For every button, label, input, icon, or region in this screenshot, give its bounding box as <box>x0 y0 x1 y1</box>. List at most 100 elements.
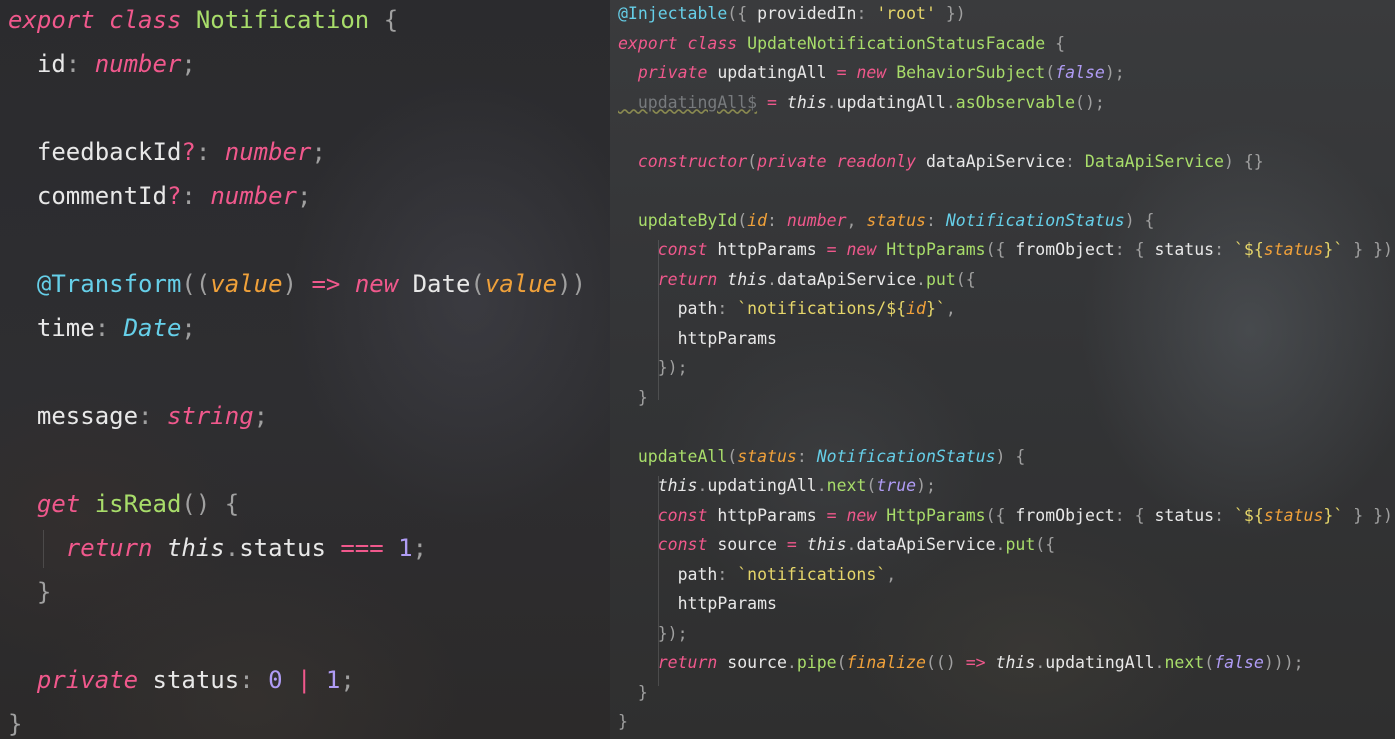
code-token: finalize <box>846 653 926 672</box>
code-token: status <box>1154 505 1215 525</box>
code-token: ) {} <box>1224 151 1264 171</box>
code-token: updatingAll$ <box>618 92 758 112</box>
code-line: path: `notifications`, <box>618 564 897 584</box>
code-token: status <box>866 210 926 230</box>
code-line: updateAll(status: NotificationStatus) { <box>618 446 1025 466</box>
code-token: DataApiService <box>1084 151 1224 171</box>
code-token: pipe <box>796 653 837 672</box>
code-token: class <box>687 33 748 53</box>
code-token: this <box>727 269 768 289</box>
code-token: `notifications` <box>737 564 887 584</box>
code-line: export class UpdateNotificationStatusFac… <box>618 33 1065 53</box>
code-token: put <box>1005 535 1036 554</box>
code-token: HttpParams <box>886 240 986 259</box>
code-token: httpParams <box>618 594 777 613</box>
code-token: value <box>484 270 558 298</box>
code-token: : <box>1065 151 1085 171</box>
code-token: path <box>618 299 718 318</box>
code-token: : <box>856 4 877 23</box>
code-token: . <box>224 534 240 562</box>
code-token: ({ <box>955 269 976 289</box>
code-token: ; <box>297 182 312 210</box>
code-token: dataApiService <box>776 269 917 289</box>
code-token: } <box>8 710 23 738</box>
code-token: ; <box>412 534 428 562</box>
code-token: = <box>786 535 807 554</box>
code-token: }` <box>1323 240 1344 259</box>
code-token: put <box>925 269 956 289</box>
code-token: ; <box>311 138 326 166</box>
code-token: feedbackId <box>8 138 182 166</box>
code-token: , <box>886 564 897 584</box>
code-token: . <box>1154 653 1165 672</box>
code-token: false <box>1214 653 1264 672</box>
code-token: ); <box>1104 63 1125 82</box>
code-screenshot-collage: export class Notification { id: number; … <box>0 0 1395 739</box>
code-token: const <box>618 240 718 259</box>
code-line: httpParams <box>618 330 777 348</box>
code-token: number <box>94 50 182 78</box>
left-code-editor: export class Notification { id: number; … <box>0 0 610 739</box>
code-token: : <box>138 402 167 430</box>
code-token: : <box>94 314 124 342</box>
code-token: ; <box>181 50 196 78</box>
code-token: status <box>737 446 797 466</box>
code-token: . <box>945 92 956 112</box>
code-token: BehaviorSubject <box>896 63 1046 82</box>
code-token: ) <box>282 270 312 298</box>
code-token: (); <box>1075 92 1105 112</box>
code-token: ( <box>836 653 847 672</box>
code-line: commentId?: number; <box>8 182 312 210</box>
code-token: asObservable <box>955 92 1076 112</box>
right-code-editor: @Injectable({ providedIn: 'root' }) expor… <box>610 0 1395 739</box>
code-token: private <box>8 666 153 694</box>
code-token: ; <box>253 402 269 430</box>
code-token: . <box>697 476 708 495</box>
code-line: message: string; <box>8 404 268 428</box>
code-token: ? <box>166 182 182 210</box>
code-token: . <box>846 535 857 554</box>
code-token: this <box>786 92 827 112</box>
code-line: updatingAll$ = this.updatingAll.asObserv… <box>618 92 1105 112</box>
code-line: }); <box>618 359 688 377</box>
code-token: message <box>8 402 139 430</box>
code-token: number <box>224 138 312 166</box>
code-token: true <box>876 476 917 495</box>
code-token: } }); <box>1353 240 1395 259</box>
code-token: ); <box>916 476 936 495</box>
code-token: 1 <box>325 666 341 694</box>
code-token: dataApiService <box>856 535 996 554</box>
code-token: } <box>8 578 52 606</box>
code-token: Date <box>123 314 182 342</box>
code-token: path <box>618 564 718 584</box>
code-line: path: `notifications/${id}`, <box>618 299 956 318</box>
code-token: updatingAll <box>707 476 817 495</box>
code-line: time: Date; <box>8 316 196 340</box>
code-token: status <box>152 666 240 694</box>
code-token: . <box>786 653 797 672</box>
code-token: ({ <box>1035 535 1056 554</box>
code-token: ({ <box>985 240 1016 259</box>
code-line: } <box>8 580 51 604</box>
code-token: source <box>727 653 787 672</box>
code-token: : <box>717 564 738 584</box>
code-token: export <box>8 6 110 34</box>
code-token: commentId <box>8 182 167 210</box>
code-token: fromObject <box>1015 505 1115 525</box>
code-token: }` <box>925 299 946 318</box>
code-token: dataApiService <box>925 151 1066 171</box>
code-line: return this.status === 1; <box>8 536 427 560</box>
code-line: private status: 0 | 1; <box>8 668 355 692</box>
code-line: get isRead() { <box>8 492 239 516</box>
code-token: id <box>906 299 926 318</box>
code-token: @Transform <box>8 270 182 298</box>
code-token: readonly <box>836 151 926 171</box>
code-token: = <box>826 505 847 525</box>
code-line: constructor(private readonly dataApiServ… <box>618 151 1264 171</box>
code-token: : <box>65 50 95 78</box>
code-token: : <box>796 446 817 466</box>
code-token: @Injectable <box>618 4 728 23</box>
code-token: Notification <box>195 6 370 34</box>
code-token: : { <box>1114 240 1155 259</box>
code-token: : <box>1214 240 1234 259</box>
